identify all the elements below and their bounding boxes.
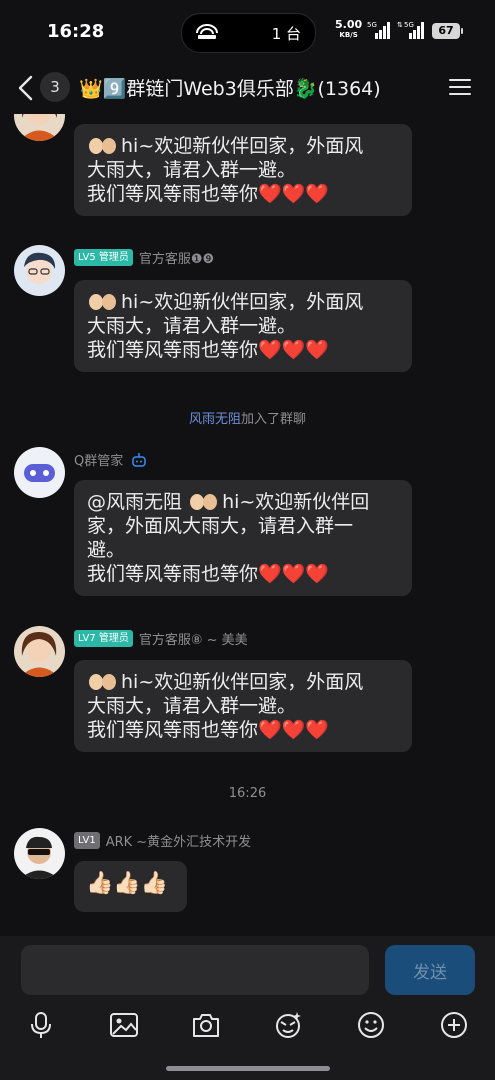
level-badge: LV1 (74, 832, 100, 849)
status-time: 16:28 (47, 21, 105, 42)
sender-name[interactable]: 官方客服⑧ ~ 美美 (139, 633, 248, 648)
unread-badge[interactable]: 3 (40, 72, 70, 102)
net-speed: 5.00 KB/S (335, 18, 363, 39)
signal-icon-2: ⇅ 5G (397, 21, 424, 39)
message-bubble[interactable]: @风雨无阻 hi~欢迎新伙伴回 家，外面风大雨大，请君入群一 避。 我们等风等雨… (74, 480, 412, 596)
dynamic-island[interactable]: 1 台 (181, 13, 316, 53)
message-bubble[interactable]: hi~欢迎新伙伴回家，外面风 大雨大，请君入群一避。 我们等风等雨也等你❤️❤️… (74, 280, 412, 372)
sender-name[interactable]: ARK ~黄金外汇技术开发 (106, 835, 251, 850)
clapping-hands-icon (89, 674, 116, 690)
home-indicator[interactable] (166, 1066, 330, 1071)
bot-avatar[interactable] (14, 447, 65, 498)
message-list[interactable]: hi~欢迎新伙伴回家，外面风 大雨大，请君入群一避。 我们等风等雨也等你❤️❤️… (0, 114, 495, 936)
clapping-hands-icon (89, 138, 116, 154)
mic-icon[interactable] (26, 1010, 56, 1040)
image-icon[interactable] (109, 1010, 139, 1040)
sender-meta: LV1 ARK ~黄金外汇技术开发 (74, 831, 251, 850)
message-bubble[interactable]: 👍🏻👍🏻👍🏻 (74, 861, 187, 912)
sender-meta: Q群管家 (74, 450, 147, 469)
group-title[interactable]: 👑9️⃣群链门Web3俱乐部🐉(1364) (79, 74, 381, 101)
cast-icon (196, 24, 218, 39)
battery-icon: 67 (432, 23, 463, 39)
level-badge: LV5 管理员 (74, 249, 133, 266)
status-bar: 16:28 1 台 5.00 KB/S 5G ⇅ 5G 67 (0, 0, 495, 62)
emoji-icon[interactable] (356, 1010, 386, 1040)
avatar[interactable] (14, 626, 65, 677)
svg-text:5G: 5G (367, 21, 377, 29)
camera-icon[interactable] (191, 1010, 221, 1040)
svg-text:5G: 5G (404, 21, 414, 29)
send-button[interactable]: 发送 (385, 945, 475, 995)
composer: 发送 (0, 936, 495, 1080)
mention[interactable]: @风雨无阻 (87, 491, 182, 513)
avatar[interactable] (14, 245, 65, 296)
signal-icon: 5G (367, 21, 390, 39)
chat-header: 3 👑9️⃣群链门Web3俱乐部🐉(1364) (0, 62, 495, 114)
message-bubble[interactable]: hi~欢迎新伙伴回家，外面风 大雨大，请君入群一避。 我们等风等雨也等你❤️❤️… (74, 124, 412, 216)
joined-user-link[interactable]: 风雨无阻 (189, 412, 241, 427)
sender-name[interactable]: Q群管家 (74, 454, 123, 469)
clapping-hands-icon (190, 494, 218, 510)
plus-icon[interactable] (439, 1010, 469, 1040)
message-bubble[interactable]: hi~欢迎新伙伴回家，外面风 大雨大，请君入群一避。 我们等风等雨也等你❤️❤️… (74, 660, 412, 752)
avatar[interactable] (14, 828, 65, 879)
clapping-hands-icon (89, 294, 116, 310)
svg-text:⇅: ⇅ (397, 21, 403, 29)
sender-name[interactable]: 官方客服❶❾ (139, 252, 214, 267)
sender-meta: LV5 管理员 官方客服❶❾ (74, 248, 214, 267)
message-input[interactable] (21, 945, 369, 995)
back-icon[interactable] (16, 75, 34, 101)
sticker-icon[interactable] (273, 1010, 303, 1040)
avatar[interactable] (14, 114, 65, 141)
sender-meta: LV7 管理员 官方客服⑧ ~ 美美 (74, 629, 248, 648)
island-text: 1 台 (271, 25, 301, 43)
system-message: 风雨无阻加入了群聊 (188, 412, 307, 427)
menu-icon[interactable] (448, 77, 472, 97)
bot-icon (132, 452, 147, 467)
timestamp: 16:26 (228, 786, 267, 801)
level-badge: LV7 管理员 (74, 630, 133, 647)
